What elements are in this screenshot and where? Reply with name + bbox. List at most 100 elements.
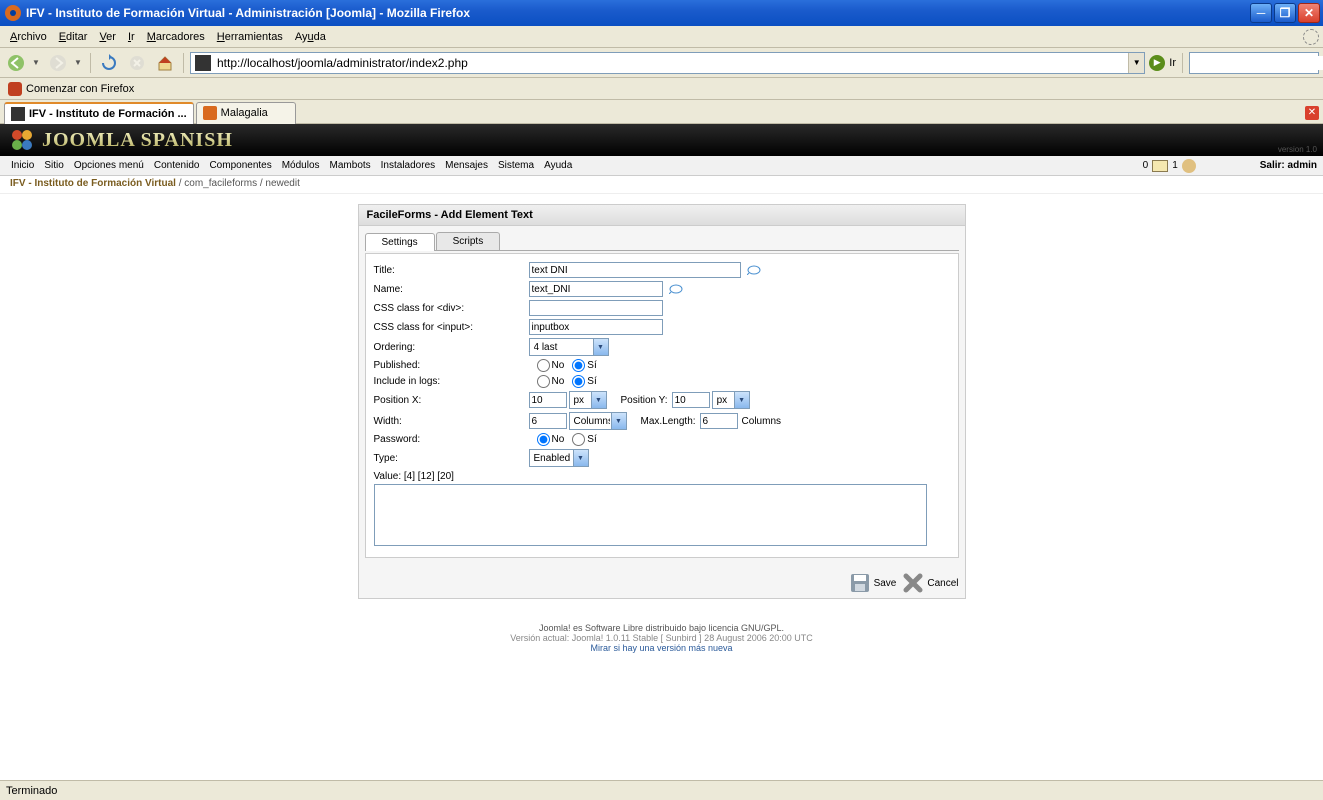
menu-editar[interactable]: Editar [53,29,94,45]
input-posx[interactable] [529,392,567,408]
radio-password-si[interactable] [572,433,585,446]
tab-favicon [203,106,217,120]
minimize-button[interactable]: ─ [1250,3,1272,23]
radio-include-si[interactable] [572,375,585,388]
search-input[interactable] [1194,56,1323,70]
label-value: Value: [4] [12] [20] [374,471,950,482]
label-title: Title: [374,265,529,276]
jmenu-mambots[interactable]: Mambots [325,158,376,173]
browser-tabbar: IFV - Instituto de Formación ... Malagal… [0,100,1323,124]
jmenu-ayuda[interactable]: Ayuda [539,158,577,173]
jmenu-inicio[interactable]: Inicio [6,158,39,173]
back-history-dropdown[interactable]: ▼ [32,58,42,67]
firefox-menubar: Archivo Editar Ver Ir Marcadores Herrami… [0,26,1323,48]
tab-close-button[interactable]: ✕ [1305,106,1319,120]
menu-ayuda[interactable]: Ayuda [289,29,332,45]
url-input[interactable] [215,54,1128,72]
input-width[interactable] [529,413,567,429]
menu-marcadores[interactable]: Marcadores [141,29,211,45]
url-box: ▼ [190,52,1145,74]
menu-ir[interactable]: Ir [122,29,141,45]
back-button[interactable] [4,51,28,75]
joomla-menubar: Inicio Sitio Opciones menú Contenido Com… [0,156,1323,176]
menu-archivo[interactable]: Archivo [4,29,53,45]
form-settings: Title: Name: CSS class for <div>: CSS cl… [365,253,959,558]
bookmark-icon [8,82,22,96]
close-button[interactable]: ✕ [1298,3,1320,23]
select-width-unit[interactable]: Columns [569,412,627,430]
joomla-status: 0 1 Salir: admin [1143,159,1317,173]
breadcrumb: IFV - Instituto de Formación Virtual / c… [0,176,1323,194]
label-width: Width: [374,416,529,427]
save-icon [849,572,871,594]
label-password: Password: [374,434,529,445]
joomla-logo-icon [8,126,36,154]
select-type[interactable]: Enabled [529,449,589,467]
textarea-value[interactable] [374,484,927,546]
input-posy[interactable] [672,392,710,408]
tab-settings[interactable]: Settings [365,233,435,251]
label-include: Include in logs: [374,376,529,387]
panel-actions: Save Cancel [359,564,965,598]
reload-button[interactable] [97,51,121,75]
radio-include-no[interactable] [537,375,550,388]
input-maxlen[interactable] [700,413,738,429]
logout-link[interactable]: Salir: admin [1200,160,1317,171]
radio-published-no[interactable] [537,359,550,372]
label-type: Type: [374,453,529,464]
jmenu-sitio[interactable]: Sitio [39,158,68,173]
jmenu-opciones[interactable]: Opciones menú [69,158,149,173]
help-icon[interactable] [747,265,761,275]
home-button[interactable] [153,51,177,75]
bookmark-comenzar[interactable]: Comenzar con Firefox [4,80,138,98]
menu-ver[interactable]: Ver [93,29,122,45]
select-posy-unit[interactable]: px [712,391,750,409]
cancel-icon [902,572,924,594]
joomla-brand: JOOMLA SPANISH [42,129,233,152]
select-ordering[interactable]: 4 last [529,338,609,356]
jmenu-modulos[interactable]: Módulos [277,158,325,173]
jmenu-contenido[interactable]: Contenido [149,158,205,173]
radio-password-no[interactable] [537,433,550,446]
radio-published-si[interactable] [572,359,585,372]
joomla-version: version 1.0 [1278,145,1317,154]
tab-malagalia[interactable]: Malagalia [196,102,296,124]
mail-icon[interactable] [1152,160,1168,172]
facileforms-panel: FacileForms - Add Element Text Settings … [358,204,966,599]
check-version-link[interactable]: Mirar si hay una versión más nueva [4,643,1319,653]
cancel-button[interactable]: Cancel [902,572,958,594]
input-name[interactable] [529,281,663,297]
joomla-header: JOOMLA SPANISH version 1.0 [0,124,1323,156]
input-css-input[interactable] [529,319,663,335]
jmenu-componentes[interactable]: Componentes [204,158,276,173]
label-ordering: Ordering: [374,342,529,353]
browser-statusbar: Terminado [0,780,1323,800]
status-text: Terminado [6,785,57,797]
tab-ifv[interactable]: IFV - Instituto de Formación ... [4,102,194,124]
search-box [1189,52,1319,74]
label-published: Published: [374,360,529,371]
label-posx: Position X: [374,395,529,406]
label-columns: Columns [742,416,781,427]
panel-title: FacileForms - Add Element Text [359,205,965,226]
save-button[interactable]: Save [849,572,897,594]
bookmarks-bar: Comenzar con Firefox [0,78,1323,100]
users-icon[interactable] [1182,159,1196,173]
menu-herramientas[interactable]: Herramientas [211,29,289,45]
tab-favicon [11,107,25,121]
jmenu-sistema[interactable]: Sistema [493,158,539,173]
forward-history-dropdown[interactable]: ▼ [74,58,84,67]
nav-toolbar: ▼ ▼ ▼ ▶ Ir [0,48,1323,78]
jmenu-instaladores[interactable]: Instaladores [376,158,440,173]
input-css-div[interactable] [529,300,663,316]
tab-scripts[interactable]: Scripts [436,232,501,250]
maximize-button[interactable]: ❐ [1274,3,1296,23]
url-dropdown[interactable]: ▼ [1128,53,1144,73]
input-title[interactable] [529,262,741,278]
go-button[interactable]: ▶ [1149,55,1165,71]
help-icon[interactable] [669,284,683,294]
label-css-input: CSS class for <input>: [374,322,529,333]
select-posx-unit[interactable]: px [569,391,607,409]
jmenu-mensajes[interactable]: Mensajes [440,158,493,173]
content-area: FacileForms - Add Element Text Settings … [0,194,1323,619]
